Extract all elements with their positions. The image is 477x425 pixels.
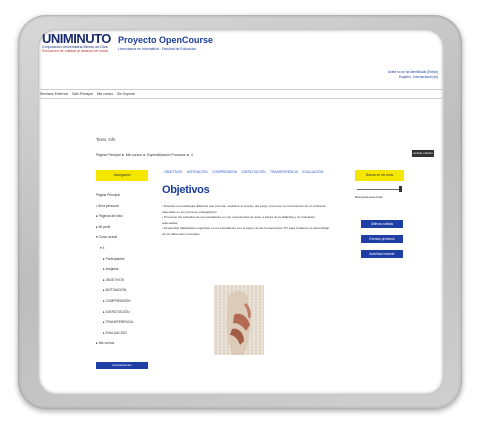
tab-objetivos[interactable]: OBJETIVOS	[164, 170, 183, 174]
tab-transferencia[interactable]: TRANSFERENCIA	[270, 170, 298, 174]
menu-item[interactable]: Mis cursos	[97, 92, 113, 96]
language-selector[interactable]: Español - Internacional (es)	[388, 75, 438, 80]
tab-comprension[interactable]: COMPRENSIÓN	[212, 170, 237, 174]
nav-item[interactable]: ▸ EJERCITACIÓN	[96, 307, 148, 318]
search-slider[interactable]	[355, 186, 404, 192]
nav-item[interactable]: ▾ 4	[96, 243, 148, 254]
menu-item[interactable]: Salir Principal	[72, 92, 93, 96]
nav-item[interactable]: ▸ COMPRENSIÓN	[96, 296, 148, 307]
course-title: Proyecto OpenCourse	[118, 35, 214, 45]
section-title: Objetivos	[162, 184, 210, 196]
course-subtitle: Licenciatura en Informática - Facultad d…	[118, 47, 197, 51]
course-header: Proyecto OpenCourse Licenciatura en Info…	[118, 35, 213, 51]
logo-text: UNIMINUTO	[42, 31, 111, 46]
nav-item[interactable]: ▸ EVALUACIÓN	[96, 328, 148, 339]
tab-motivacion[interactable]: MOTIVACIÓN	[187, 170, 208, 174]
nav-item[interactable]: Página Principal	[96, 190, 148, 201]
recent-activity-button[interactable]: Actividad reciente	[361, 250, 403, 258]
upcoming-events-button[interactable]: Eventos próximos	[361, 235, 403, 243]
menu-item[interactable]: Servicios Externos	[40, 92, 68, 96]
moodle-page: UNIMINUTO Corporación Universitaria Minu…	[38, 29, 444, 395]
logo-tagline-2: Educación de calidad al alcance de todos	[42, 49, 109, 54]
site-logo[interactable]: UNIMINUTO Corporación Universitaria Minu…	[42, 31, 111, 54]
nav-item[interactable]: ▸ OBJETIVOS	[96, 275, 148, 286]
slider-knob[interactable]	[399, 186, 402, 192]
breadcrumb[interactable]: Página Principal ► Mis cursos ► Especial…	[96, 153, 193, 157]
nav-item[interactable]: ▸ Páginas del sitio	[96, 211, 148, 222]
nav-item[interactable]: • Área personal	[96, 201, 148, 212]
navigation-block-header[interactable]: Navegación	[96, 170, 148, 181]
objective-line: • Diseñar una estrategia didáctica que p…	[162, 204, 326, 208]
search-forums-header[interactable]: Buscar en los foros	[355, 170, 404, 181]
nav-item[interactable]: ▸ Mis cursos	[96, 338, 148, 349]
administration-block-header[interactable]: Administración	[96, 362, 148, 369]
edit-mode-button[interactable]: Activar edición	[412, 150, 434, 157]
nav-item[interactable]: ▸ TRANSFERENCIA	[96, 317, 148, 328]
top-menubar: Servicios Externos Salir Principal Mis c…	[38, 89, 444, 99]
advanced-search-link[interactable]: Búsqueda avanzada	[355, 195, 382, 199]
objective-line: • Promover las actitudes de los estudian…	[162, 215, 316, 220]
login-info: Usted no se ha identificado (Entrar) Esp…	[388, 70, 438, 80]
navigation-tree: Página Principal • Área personal ▸ Págin…	[96, 190, 148, 349]
nav-item[interactable]: ▸ Participantes	[96, 254, 148, 265]
menu-item[interactable]: Sin Soporte	[117, 92, 135, 96]
tab-evaluacion[interactable]: EVALUACIÓN	[302, 170, 323, 174]
screenshot-viewport: UNIMINUTO Corporación Universitaria Minu…	[38, 29, 444, 395]
hug-illustration-image	[214, 285, 264, 355]
objectives-list: • Diseñar una estrategia didáctica que p…	[162, 204, 338, 238]
page-info-text: Texto: Info	[96, 137, 116, 142]
nav-item[interactable]: ▾ Curso actual	[96, 232, 148, 243]
page-body: Texto: Info Página Principal ► Mis curso…	[96, 137, 436, 369]
slider-track	[357, 189, 399, 190]
nav-item[interactable]: ▸ MOTIVACIÓN	[96, 285, 148, 296]
nav-item[interactable]: ▸ Insignias	[96, 264, 148, 275]
latest-news-button[interactable]: Últimas noticias	[361, 220, 403, 228]
section-tabs: OBJETIVOS MOTIVACIÓN COMPRENSIÓN EJERCIT…	[164, 170, 328, 174]
nav-item[interactable]: ▸ Mi perfil	[96, 222, 148, 233]
tab-ejercitacion[interactable]: EJERCITACIÓN	[242, 170, 266, 174]
objective-line: de los diferentes conceptos.	[162, 231, 201, 236]
